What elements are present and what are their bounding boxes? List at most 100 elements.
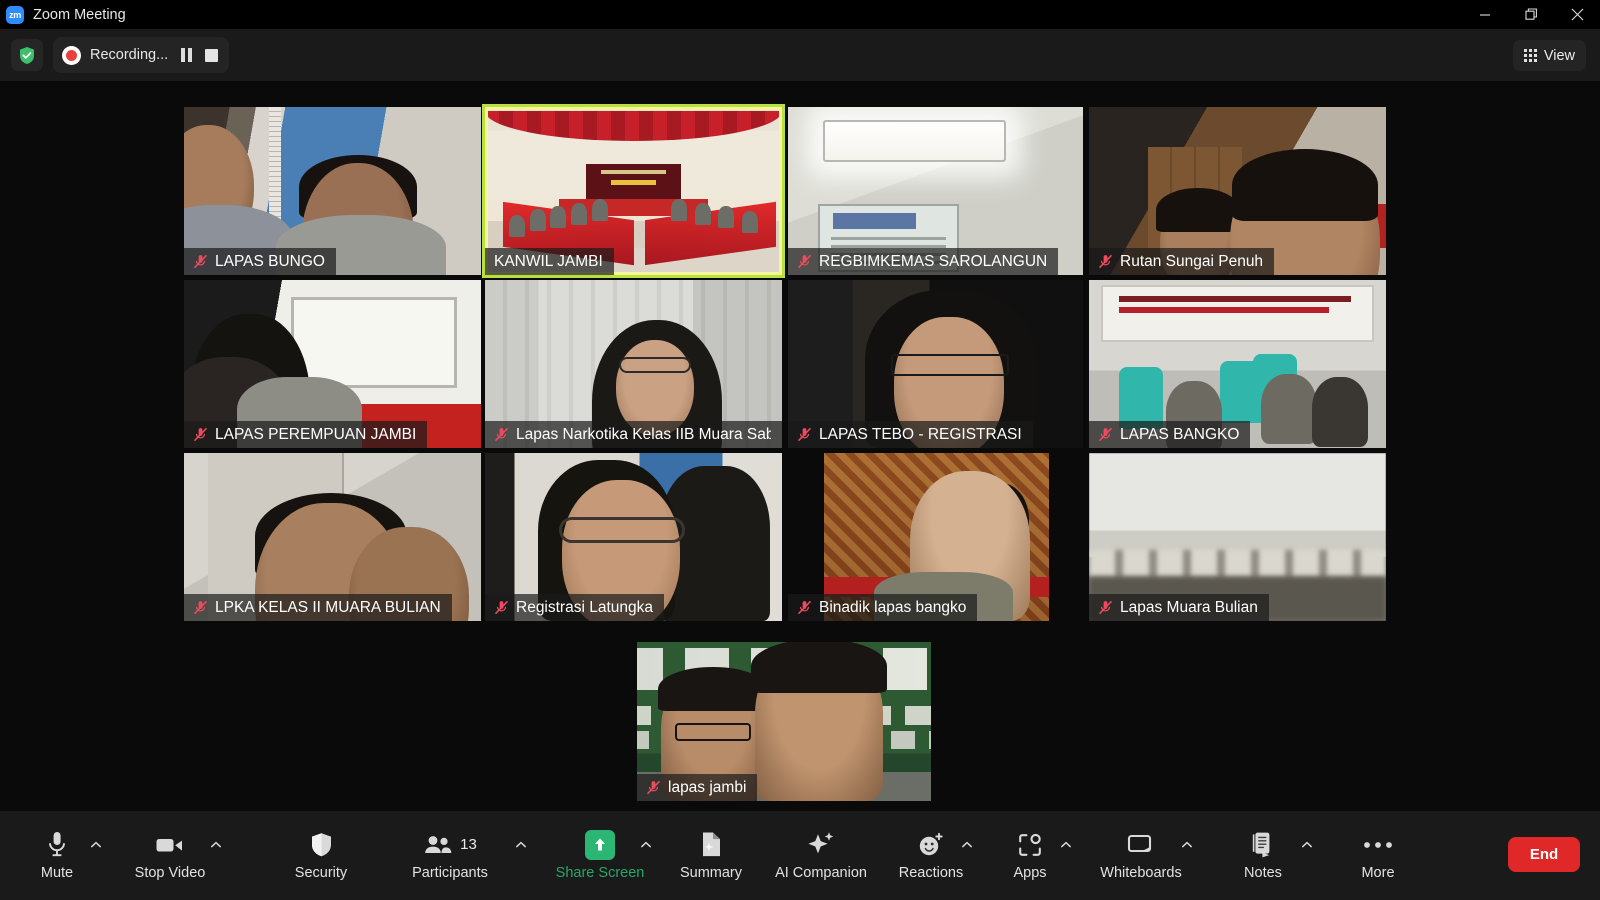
view-button[interactable]: View xyxy=(1512,40,1586,71)
participant-namebar: LAPAS PEREMPUAN JAMBI xyxy=(184,421,428,448)
mic-muted-icon xyxy=(1098,600,1113,615)
share-screen-button[interactable]: Share Screen xyxy=(555,828,645,881)
participant-namebar: Lapas Muara Bulian xyxy=(1089,594,1269,621)
participant-name: KANWIL JAMBI xyxy=(494,252,603,270)
participant-namebar: LPKA KELAS II MUARA BULIAN xyxy=(184,594,452,621)
summary-button[interactable]: Summary xyxy=(668,828,754,881)
video-tile[interactable]: LAPAS TEBO - REGISTRASI xyxy=(788,280,1083,448)
apps-icon xyxy=(1017,828,1043,861)
video-tile[interactable]: LAPAS BANGKO xyxy=(1089,280,1386,448)
participant-name: LPKA KELAS II MUARA BULIAN xyxy=(215,598,441,616)
participants-count: 13 xyxy=(460,836,477,853)
video-tile[interactable]: REGBIMKEMAS SAROLANGUN xyxy=(788,107,1083,275)
participant-namebar: LAPAS BUNGO xyxy=(184,248,336,275)
participant-namebar: LAPAS BANGKO xyxy=(1089,421,1251,448)
smiley-plus-icon xyxy=(917,828,945,861)
recording-label: Recording... xyxy=(90,47,169,63)
video-gallery: LAPAS BUNGO KANWIL JAMBI REGBIMKEMAS SAR… xyxy=(0,81,1600,811)
video-tile[interactable]: Lapas Muara Bulian xyxy=(1089,453,1386,621)
reactions-button[interactable]: Reactions xyxy=(888,828,974,881)
participant-namebar: Lapas Narkotika Kelas IIB Muara Sab... xyxy=(485,421,782,448)
participant-name: REGBIMKEMAS SAROLANGUN xyxy=(819,252,1048,270)
participant-name: Lapas Narkotika Kelas IIB Muara Sab... xyxy=(516,425,771,443)
whiteboards-options-chevron-icon[interactable] xyxy=(1181,838,1193,850)
close-button[interactable] xyxy=(1554,0,1600,29)
meeting-toolbar: Mute Stop Video Security 13 Participants… xyxy=(0,811,1600,900)
participant-name: lapas jambi xyxy=(668,778,747,796)
participant-namebar: lapas jambi xyxy=(637,774,758,801)
participants-button[interactable]: 13 Participants xyxy=(407,828,493,881)
participant-name: Registrasi Latungka xyxy=(516,598,653,616)
mic-muted-icon xyxy=(193,600,208,615)
video-tile[interactable]: LAPAS BUNGO xyxy=(184,107,481,275)
video-tile[interactable]: Binadik lapas bangko xyxy=(788,453,1083,621)
minimize-button[interactable] xyxy=(1462,0,1508,29)
stop-video-label: Stop Video xyxy=(134,865,206,881)
ai-companion-label: AI Companion xyxy=(775,865,867,881)
share-screen-label: Share Screen xyxy=(555,865,645,881)
security-button[interactable]: Security xyxy=(278,828,364,881)
mic-muted-icon xyxy=(494,600,509,615)
people-icon: 13 xyxy=(423,828,477,861)
window-title: Zoom Meeting xyxy=(33,6,126,23)
notes-icon xyxy=(1251,828,1275,861)
pause-recording-button[interactable] xyxy=(181,48,193,62)
mute-label: Mute xyxy=(40,865,74,881)
view-label: View xyxy=(1543,47,1575,64)
mute-options-chevron-icon[interactable] xyxy=(90,838,102,850)
participants-label: Participants xyxy=(412,865,488,881)
window-controls xyxy=(1462,0,1600,29)
notes-label: Notes xyxy=(1244,865,1282,881)
video-tile[interactable]: Rutan Sungai Penuh xyxy=(1089,107,1386,275)
apps-label: Apps xyxy=(1013,865,1047,881)
apps-options-chevron-icon[interactable] xyxy=(1060,838,1072,850)
video-tile-active-speaker[interactable]: KANWIL JAMBI xyxy=(482,104,785,278)
ellipsis-icon xyxy=(1362,828,1394,861)
video-tile[interactable]: LPKA KELAS II MUARA BULIAN xyxy=(184,453,481,621)
participant-name: LAPAS TEBO - REGISTRASI xyxy=(819,425,1022,443)
mute-button[interactable]: Mute xyxy=(14,828,100,881)
participant-name: Rutan Sungai Penuh xyxy=(1120,252,1264,270)
reactions-label: Reactions xyxy=(898,865,964,881)
ai-companion-button[interactable]: AI Companion xyxy=(775,828,867,881)
document-sparkle-icon xyxy=(700,828,723,861)
encryption-shield-icon[interactable] xyxy=(11,39,43,71)
notes-button[interactable]: Notes xyxy=(1220,828,1306,881)
video-options-chevron-icon[interactable] xyxy=(210,838,222,850)
end-meeting-button[interactable]: End xyxy=(1508,837,1580,872)
participant-namebar: Registrasi Latungka xyxy=(485,594,664,621)
mic-muted-icon xyxy=(797,254,812,269)
share-options-chevron-icon[interactable] xyxy=(640,838,652,850)
security-label: Security xyxy=(294,865,348,881)
apps-button[interactable]: Apps xyxy=(987,828,1073,881)
sparkle-icon xyxy=(806,828,836,861)
stop-video-button[interactable]: Stop Video xyxy=(127,828,213,881)
participant-namebar: LAPAS TEBO - REGISTRASI xyxy=(788,421,1033,448)
meeting-top-bar: Recording... View xyxy=(0,29,1600,81)
more-button[interactable]: More xyxy=(1335,828,1421,881)
mic-muted-icon xyxy=(494,427,509,442)
mic-muted-icon xyxy=(797,600,812,615)
video-tile[interactable]: LAPAS PEREMPUAN JAMBI xyxy=(184,280,481,448)
participant-name: Binadik lapas bangko xyxy=(819,598,967,616)
recording-dot-icon xyxy=(62,45,81,65)
grid-icon xyxy=(1523,49,1537,62)
participant-name: LAPAS PEREMPUAN JAMBI xyxy=(215,425,417,443)
stop-recording-button[interactable] xyxy=(205,48,219,62)
video-tile[interactable]: Lapas Narkotika Kelas IIB Muara Sab... xyxy=(485,280,782,448)
video-tile[interactable]: lapas jambi xyxy=(637,642,931,801)
participants-options-chevron-icon[interactable] xyxy=(515,838,527,850)
mic-muted-icon xyxy=(1098,254,1113,269)
participant-namebar: Rutan Sungai Penuh xyxy=(1089,248,1275,275)
notes-options-chevron-icon[interactable] xyxy=(1301,838,1313,850)
whiteboard-icon xyxy=(1127,828,1155,861)
participant-namebar: KANWIL JAMBI xyxy=(485,248,614,275)
maximize-restore-button[interactable] xyxy=(1508,0,1554,29)
video-tile[interactable]: Registrasi Latungka xyxy=(485,453,782,621)
whiteboards-button[interactable]: Whiteboards xyxy=(1098,828,1184,881)
shield-icon xyxy=(310,828,333,861)
more-label: More xyxy=(1361,865,1395,881)
participant-name: LAPAS BANGKO xyxy=(1120,425,1240,443)
recording-indicator: Recording... xyxy=(53,37,230,73)
reactions-options-chevron-icon[interactable] xyxy=(961,838,973,850)
